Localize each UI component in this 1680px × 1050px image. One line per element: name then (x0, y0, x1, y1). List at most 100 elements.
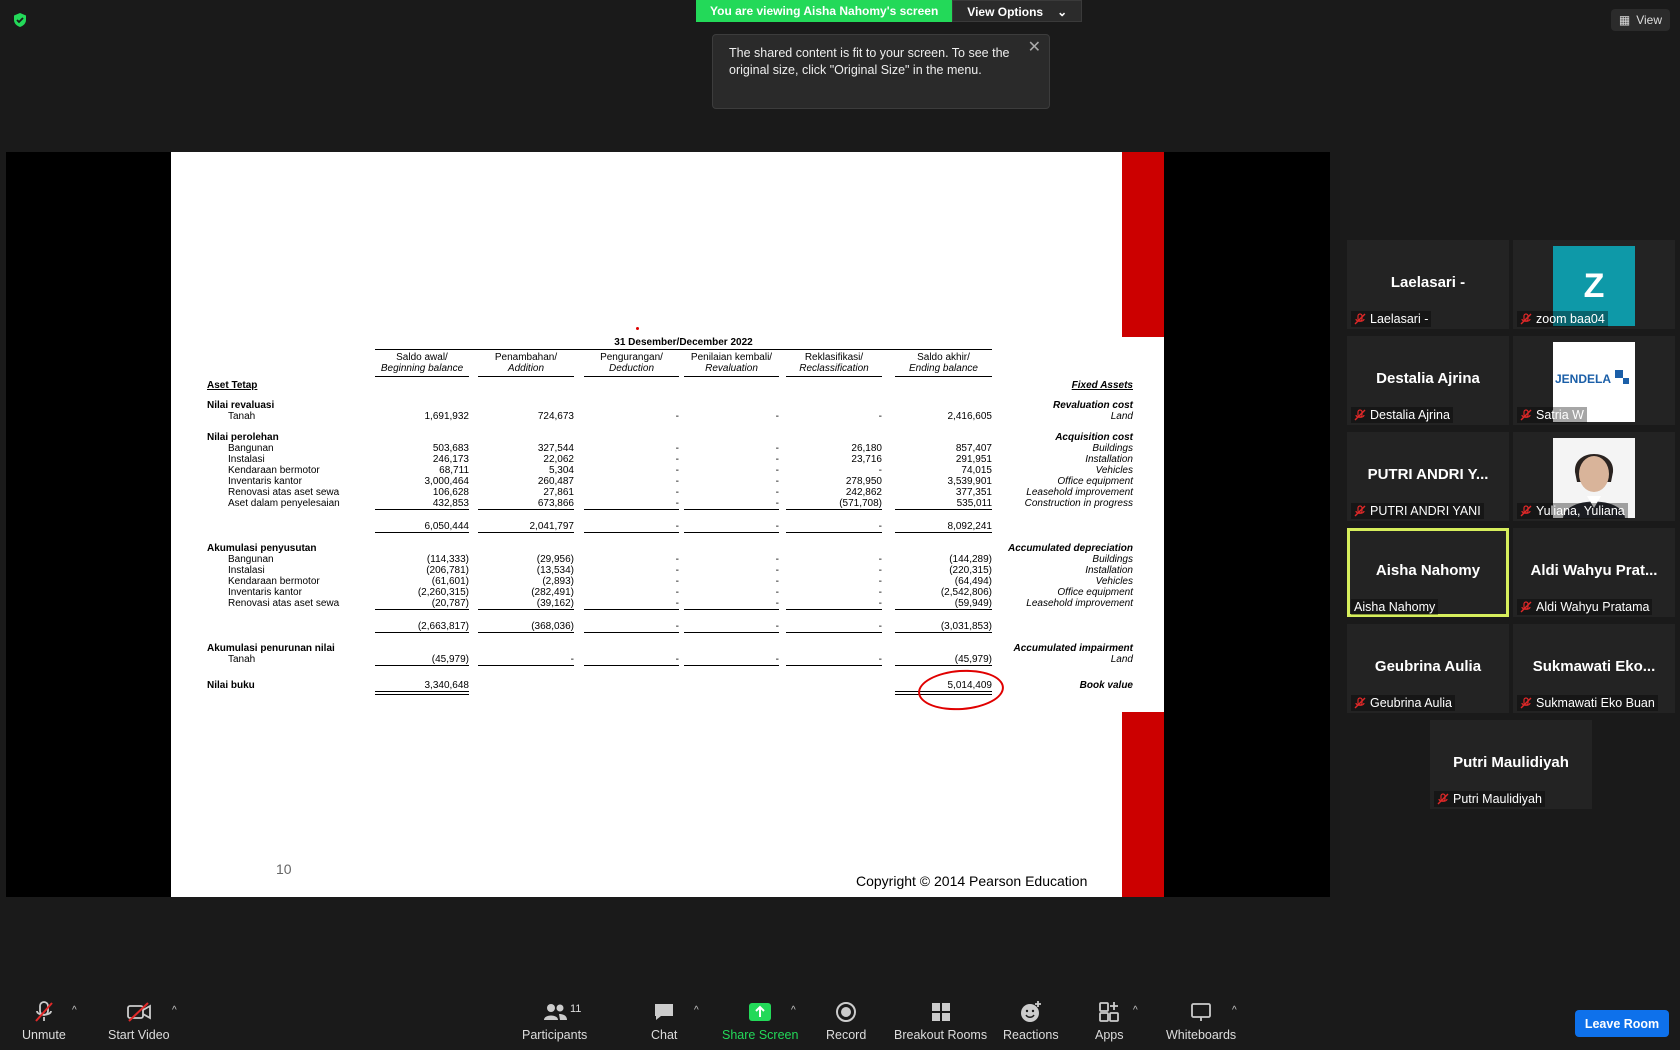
cell-value: 246,173 (432, 454, 469, 465)
chat-icon (655, 1004, 674, 1020)
record-button[interactable]: Record (826, 1000, 866, 1042)
column-header: Pengurangan/ (600, 352, 663, 363)
participant-tile[interactable]: Yuliana, Yuliana (1513, 432, 1675, 521)
participant-tile[interactable]: JENDELA Satria W (1513, 336, 1675, 425)
view-button-label: View (1636, 13, 1662, 27)
cell-value: - (675, 454, 679, 465)
participant-tile[interactable]: PUTRI ANDRI Y... PUTRI ANDRI YANI (1347, 432, 1509, 521)
row-label: Nilai buku (207, 680, 255, 691)
share-screen-icon (749, 1003, 772, 1021)
whiteboards-button[interactable]: Whiteboards (1166, 1000, 1236, 1042)
cell-value: 377,351 (955, 487, 992, 498)
breakout-rooms-icon (931, 1003, 950, 1021)
header-rule (684, 376, 779, 377)
participant-tile[interactable]: Aisha Nahomy Aisha Nahomy (1347, 528, 1509, 617)
row-label: Nilai perolehan (207, 432, 279, 443)
cell-value: 68,711 (439, 465, 469, 476)
participant-display-name: zoom baa04 (1536, 312, 1605, 326)
apps-button[interactable]: Apps (1095, 1000, 1124, 1042)
cell-value: - (675, 411, 679, 422)
chat-button[interactable]: Chat (651, 1000, 677, 1042)
cell-value: - (878, 654, 882, 665)
leave-room-button[interactable]: Leave Room (1575, 1010, 1669, 1037)
cell-value: - (775, 487, 779, 498)
close-icon[interactable]: ✕ (1028, 39, 1041, 56)
cell-value: (29,956) (536, 554, 574, 565)
view-options-button[interactable]: View Options ⌄ (952, 0, 1083, 22)
fixed-assets-table: 31 Desember/December 2022 Saldo awal/Begi… (171, 337, 1164, 711)
whiteboards-label: Whiteboards (1166, 1028, 1237, 1042)
subtotal-rule (895, 665, 992, 666)
unmute-button[interactable]: Unmute (22, 1000, 66, 1042)
microphone-muted-icon (1520, 505, 1532, 517)
participant-display-name: Sukmawati Eko Buan (1536, 696, 1655, 710)
chat-options-caret[interactable]: ^ (694, 1005, 699, 1016)
subtotal-rule (584, 609, 679, 610)
share-options-caret[interactable]: ^ (791, 1005, 796, 1016)
participant-label: Satria W (1517, 407, 1587, 423)
breakout-rooms-button[interactable]: Breakout Rooms (894, 1000, 987, 1042)
cell-value: 27,861 (543, 487, 574, 498)
cell-value: - (775, 411, 779, 422)
row-label-en: Revaluation cost (1052, 400, 1133, 411)
chat-label: Chat (651, 1028, 678, 1042)
row-label: Bangunan (228, 554, 274, 565)
subtotal-rule (375, 609, 469, 610)
cell-value: - (775, 565, 779, 576)
participant-tile[interactable]: Putri Maulidiyah Putri Maulidiyah (1430, 720, 1592, 809)
participant-tile[interactable]: Sukmawati Eko... Sukmawati Eko Buan (1513, 624, 1675, 713)
cell-value: (45,979) (954, 654, 992, 665)
row-label: Akumulasi penyusutan (207, 543, 317, 554)
apps-options-caret[interactable]: ^ (1133, 1005, 1138, 1016)
subtotal-rule (478, 632, 574, 633)
cell-value: - (878, 587, 882, 598)
whiteboard-icon (1191, 1003, 1211, 1021)
cell-value: 2,416,605 (947, 411, 993, 422)
cell-value: - (775, 587, 779, 598)
cell-value: (2,542,806) (940, 587, 992, 598)
reactions-button[interactable]: Reactions (1003, 1000, 1059, 1042)
cell-value: (13,534) (536, 565, 574, 576)
column-header-en: Reclassification (799, 363, 869, 374)
apps-label: Apps (1095, 1028, 1124, 1042)
start-video-button[interactable]: Start Video (108, 1000, 170, 1042)
cell-value: - (775, 621, 779, 632)
row-label: Tanah (228, 411, 256, 422)
participant-tile[interactable]: Aldi Wahyu Prat... Aldi Wahyu Pratama (1513, 528, 1675, 617)
microphone-muted-icon (1354, 505, 1366, 517)
cell-value: - (675, 576, 679, 587)
cell-value: (2,663,817) (417, 621, 469, 632)
subtotal-rule (684, 609, 779, 610)
column-header: Saldo akhir/ (917, 352, 970, 363)
participant-display-name: Geubrina Aulia (1370, 696, 1453, 710)
cell-value: - (675, 598, 679, 609)
subtotal-rule (478, 665, 574, 666)
share-screen-button[interactable]: Share Screen (722, 1000, 798, 1042)
participant-tile[interactable]: Zzoom baa04 (1513, 240, 1675, 329)
subtotal-rule (375, 509, 469, 510)
whiteboards-options-caret[interactable]: ^ (1232, 1005, 1237, 1016)
subtotal-rule (786, 532, 882, 533)
cell-value: - (675, 654, 679, 665)
participant-display-name: Laelasari - (1370, 312, 1429, 326)
cell-value: - (675, 465, 679, 476)
view-layout-button[interactable]: ▦ View (1610, 9, 1670, 31)
participant-display-name: PUTRI ANDRI YANI (1370, 504, 1481, 518)
cell-value: (206,781) (426, 565, 469, 576)
participant-tile[interactable]: Destalia Ajrina Destalia Ajrina (1347, 336, 1509, 425)
audio-options-caret[interactable]: ^ (72, 1005, 77, 1016)
cell-value: - (675, 443, 679, 454)
header-rule (786, 376, 882, 377)
cell-value: - (775, 598, 779, 609)
period-rule (375, 349, 992, 350)
fit-screen-tooltip: The shared content is fit to your screen… (712, 34, 1050, 109)
participant-tile[interactable]: Geubrina Aulia Geubrina Aulia (1347, 624, 1509, 713)
column-header: Penilaian kembali/ (690, 352, 773, 363)
security-shield-icon[interactable] (12, 12, 28, 28)
record-label: Record (826, 1028, 867, 1042)
cell-value: - (675, 621, 679, 632)
participant-tile[interactable]: Laelasari - Laelasari - (1347, 240, 1509, 329)
cell-value: - (775, 476, 779, 487)
video-options-caret[interactable]: ^ (172, 1005, 177, 1016)
participant-name: Putri Maulidiyah (1453, 754, 1569, 771)
